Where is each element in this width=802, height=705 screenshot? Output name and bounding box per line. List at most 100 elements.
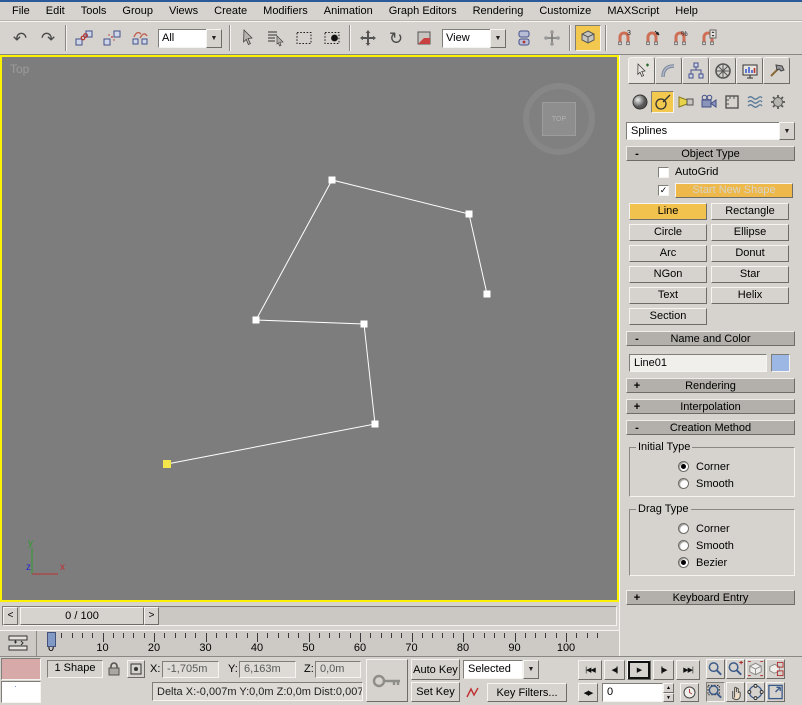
category-space-warps[interactable]	[743, 91, 766, 113]
radio-icon[interactable]	[678, 523, 689, 534]
viewcube[interactable]: TOP	[523, 83, 595, 155]
menu-group[interactable]: Group	[114, 3, 161, 19]
selection-filter-dropdown[interactable]: All▼	[158, 29, 222, 48]
play-button[interactable]: ▶	[627, 660, 651, 680]
select-and-scale-button[interactable]	[411, 25, 437, 51]
chevron-down-icon[interactable]: ▼	[779, 122, 795, 140]
percent-snap-toggle-button[interactable]: %	[667, 25, 693, 51]
radio-icon[interactable]	[678, 478, 689, 489]
menu-views[interactable]: Views	[161, 3, 206, 19]
shape-category-dropdown[interactable]: Splines ▼	[626, 122, 795, 140]
rollout-keyboard-entry[interactable]: + Keyboard Entry	[626, 590, 795, 605]
region-zoom-button[interactable]	[706, 682, 725, 702]
spinner-snap-toggle-button[interactable]	[695, 25, 721, 51]
start-new-shape-checkbox[interactable]: ✓	[658, 185, 669, 196]
auto-key-button[interactable]: Auto Key	[411, 659, 460, 680]
rollout-name-and-color[interactable]: - Name and Color	[626, 331, 795, 346]
previous-frame-arrow[interactable]: <	[3, 607, 18, 625]
select-and-move-button[interactable]	[355, 25, 381, 51]
menu-create[interactable]: Create	[206, 3, 255, 19]
menu-rendering[interactable]: Rendering	[465, 3, 532, 19]
rollout-interpolation[interactable]: + Interpolation	[626, 399, 795, 414]
use-pivot-point-center-button[interactable]	[511, 25, 537, 51]
circle-button[interactable]: Circle	[629, 224, 707, 241]
set-key-button[interactable]: Set Key	[411, 682, 460, 702]
category-lights[interactable]	[674, 91, 697, 113]
autogrid-checkbox[interactable]	[658, 167, 669, 178]
select-by-name-button[interactable]	[263, 25, 289, 51]
section-button[interactable]: Section	[629, 308, 707, 325]
collapse-icon[interactable]: -	[632, 422, 642, 434]
line-button[interactable]: Line	[629, 203, 707, 220]
radio-corner[interactable]: Corner	[678, 522, 790, 535]
spline-vertex[interactable]	[163, 460, 171, 468]
chevron-down-icon[interactable]: ▼	[523, 660, 539, 679]
radio-icon[interactable]	[678, 540, 689, 551]
spline-vertex[interactable]	[361, 321, 368, 328]
menu-edit[interactable]: Edit	[38, 3, 73, 19]
previous-frame-button[interactable]: ◀||	[604, 660, 625, 680]
window-crossing-toggle-button[interactable]	[319, 25, 345, 51]
radio-bezier[interactable]: Bezier	[678, 556, 790, 569]
frame-spinner[interactable]: ▲ ▼	[663, 683, 674, 702]
next-frame-arrow[interactable]: >	[144, 607, 159, 625]
undo-button[interactable]: ↶	[7, 25, 33, 51]
radio-smooth[interactable]: Smooth	[678, 477, 790, 490]
macro-recorder-pane[interactable]	[1, 658, 41, 680]
spline-vertex[interactable]	[329, 177, 336, 184]
min-max-toggle-button[interactable]	[766, 682, 785, 702]
selection-lock-toggle[interactable]	[107, 661, 121, 679]
spline-vertex[interactable]	[372, 421, 379, 428]
chevron-down-icon[interactable]: ▼	[206, 29, 222, 48]
reference-coordinate-system-dropdown[interactable]: View▼	[442, 29, 506, 48]
collapse-icon[interactable]: -	[632, 333, 642, 345]
snap-toggle-3d-button[interactable]: 3	[611, 25, 637, 51]
select-object-button[interactable]	[235, 25, 261, 51]
ngon-button[interactable]: NGon	[629, 266, 707, 283]
pan-button[interactable]	[726, 682, 745, 702]
tab-utilities[interactable]	[763, 57, 790, 84]
menu-maxscript[interactable]: MAXScript	[599, 3, 667, 19]
menu-customize[interactable]: Customize	[531, 3, 599, 19]
object-name-input[interactable]	[629, 354, 767, 372]
tab-modify[interactable]	[655, 57, 682, 84]
zoom-all-button[interactable]	[726, 659, 745, 679]
radio-corner[interactable]: Corner	[678, 460, 790, 473]
set-keys-button[interactable]	[366, 659, 408, 702]
zoom-extents-button[interactable]	[746, 659, 765, 679]
collapse-icon[interactable]: -	[632, 148, 642, 160]
spline-vertex[interactable]	[253, 317, 260, 324]
donut-button[interactable]: Donut	[711, 245, 789, 262]
text-button[interactable]: Text	[629, 287, 707, 304]
current-frame-marker[interactable]	[47, 632, 56, 647]
expand-icon[interactable]: +	[632, 592, 642, 604]
track-bar-ruler[interactable]: 0102030405060708090100	[36, 631, 619, 657]
category-systems[interactable]	[766, 91, 789, 113]
menu-animation[interactable]: Animation	[316, 3, 381, 19]
arc-button[interactable]: Arc	[629, 245, 707, 262]
category-cameras[interactable]	[697, 91, 720, 113]
tab-hierarchy[interactable]	[682, 57, 709, 84]
expand-icon[interactable]: +	[632, 401, 642, 413]
redo-button[interactable]: ↷	[35, 25, 61, 51]
menu-help[interactable]: Help	[667, 3, 706, 19]
top-viewport[interactable]: Top TOP y z x	[0, 55, 619, 602]
chevron-down-icon[interactable]: ▼	[490, 29, 506, 48]
rectangular-selection-region-button[interactable]	[291, 25, 317, 51]
expand-icon[interactable]: +	[632, 380, 642, 392]
spline-vertex[interactable]	[466, 211, 473, 218]
rollout-rendering[interactable]: + Rendering	[626, 378, 795, 393]
default-in-out-tangents-button[interactable]	[463, 683, 483, 702]
rollout-creation-method[interactable]: - Creation Method	[626, 420, 795, 435]
time-configuration-button[interactable]	[680, 683, 699, 702]
rectangle-button[interactable]: Rectangle	[711, 203, 789, 220]
rollout-object-type[interactable]: - Object Type	[626, 146, 795, 161]
category-shapes[interactable]	[651, 91, 674, 113]
helix-button[interactable]: Helix	[711, 287, 789, 304]
arc-rotate-button[interactable]	[746, 682, 765, 702]
ellipse-button[interactable]: Ellipse	[711, 224, 789, 241]
menu-file[interactable]: File	[4, 3, 38, 19]
listener-pane[interactable]: ·	[1, 681, 41, 703]
time-slider-handle[interactable]: 0 / 100	[20, 607, 144, 625]
tab-display[interactable]	[736, 57, 763, 84]
